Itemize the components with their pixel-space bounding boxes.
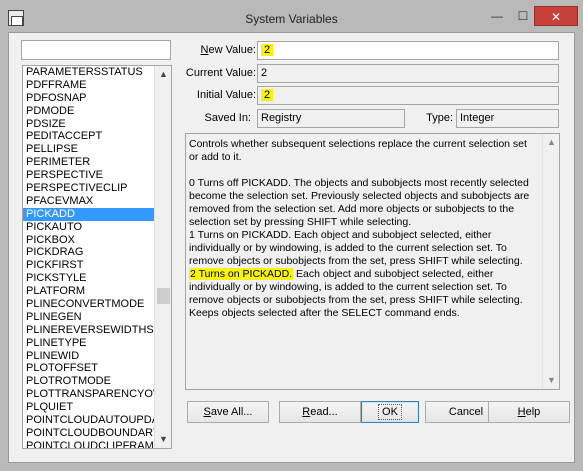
saved-in-field: Registry [257, 109, 405, 128]
initial-value-text: 2 [261, 89, 274, 101]
variable-list-item[interactable]: PICKDRAG [23, 246, 154, 259]
variable-list-item[interactable]: POINTCLOUDBOUNDARY [23, 427, 154, 440]
variable-list-item[interactable]: PDMODE [23, 105, 154, 118]
variable-list-item[interactable]: PELLIPSE [23, 143, 154, 156]
variable-list-item[interactable]: PICKBOX [23, 234, 154, 247]
new-value-label: New Value: [200, 44, 256, 56]
variable-list-item[interactable]: PDFOSNAP [23, 92, 154, 105]
variable-list-item[interactable]: PEDITACCEPT [23, 130, 154, 143]
variable-list-item[interactable]: PFACEVMAX [23, 195, 154, 208]
close-button[interactable]: ✕ [534, 6, 578, 26]
type-field: Integer [456, 109, 559, 128]
variable-list-item[interactable]: PDFFRAME [23, 79, 154, 92]
title-bar[interactable]: System Variables — ☐ ✕ [0, 0, 583, 34]
variable-list[interactable]: PARAMETERSSTATUS PDFFRAME PDFOSNAP PDMODE PD… [22, 65, 172, 449]
variable-list-item[interactable]: PLOTTRANSPARENCYOV [23, 388, 154, 401]
variable-list-item[interactable]: PLINETYPE [23, 337, 154, 350]
variable-list-item[interactable]: PERIMETER [23, 156, 154, 169]
description-scrollbar[interactable]: ▲ ▼ [542, 134, 559, 389]
ok-button[interactable]: OK [361, 401, 419, 423]
description-intro: Controls whether subsequent selections r… [189, 138, 527, 163]
variable-list-item[interactable]: POINTCLOUDCLIPFRAME [23, 440, 154, 448]
new-value-input[interactable]: 2 [257, 41, 559, 60]
initial-value-label: Initial Value: [196, 89, 256, 101]
variable-list-item[interactable]: PLATFORM [23, 285, 154, 298]
scroll-thumb[interactable] [157, 288, 170, 304]
search-input[interactable] [21, 40, 171, 60]
variable-list-item[interactable]: PLINECONVERTMODE [23, 298, 154, 311]
option-2-highlight: 2 Turns on PICKADD. [189, 268, 294, 280]
variable-list-item[interactable]: POINTCLOUDAUTOUPDA [23, 414, 154, 427]
dialog-body: PARAMETERSSTATUS PDFFRAME PDFOSNAP PDMODE PD… [8, 32, 575, 463]
variable-list-item[interactable]: PERSPECTIVE [23, 169, 154, 182]
scroll-down-icon[interactable]: ▼ [155, 431, 171, 448]
description-option-0: 0 Turns off PICKADD. The objects and sub… [189, 177, 530, 228]
help-button[interactable]: Help [488, 401, 570, 423]
variable-list-scrollbar[interactable]: ▲ ▼ [154, 66, 171, 448]
saved-in-label: Saved In: [204, 112, 251, 124]
current-value-field: 2 [257, 64, 559, 83]
variable-list-item[interactable]: PDSIZE [23, 118, 154, 131]
initial-value-field: 2 [257, 86, 559, 105]
variable-list-item[interactable]: PLOTROTMODE [23, 375, 154, 388]
description-option-1: 1 Turns on PICKADD. Each object and subo… [189, 229, 523, 267]
variable-items: PARAMETERSSTATUS PDFFRAME PDFOSNAP PDMODE PD… [23, 66, 171, 448]
variable-list-item[interactable]: PLINEREVERSEWIDTHS [23, 324, 154, 337]
maximize-button[interactable]: ☐ [510, 6, 536, 26]
read-button[interactable]: Read... [279, 401, 361, 423]
variable-list-item[interactable]: PARAMETERSSTATUS [23, 66, 154, 79]
variable-list-item[interactable]: PICKAUTO [23, 221, 154, 234]
system-variables-dialog: System Variables — ☐ ✕ PARAMETERSSTATUS P… [0, 0, 583, 471]
save-all-button[interactable]: Save All... [187, 401, 269, 423]
current-value-label: Current Value: [185, 67, 256, 79]
variable-list-item[interactable]: PICKSTYLE [23, 272, 154, 285]
new-value-text: 2 [261, 44, 274, 56]
type-label: Type: [426, 112, 453, 124]
description-option-2: 2 Turns on PICKADD. Each object and subo… [189, 268, 539, 320]
variable-list-item[interactable]: PLOTOFFSET [23, 362, 154, 375]
scroll-up-icon[interactable]: ▲ [543, 134, 559, 151]
variable-list-item[interactable]: PLINEWID [23, 350, 154, 363]
variable-list-item[interactable]: PLQUIET [23, 401, 154, 414]
description-panel[interactable]: Controls whether subsequent selections r… [185, 133, 560, 390]
description-text: Controls whether subsequent selections r… [189, 138, 539, 320]
variable-list-item[interactable]: PICKADD [23, 207, 154, 221]
minimize-button[interactable]: — [484, 6, 510, 26]
variable-list-item[interactable]: PLINEGEN [23, 311, 154, 324]
variable-list-item[interactable]: PERSPECTIVECLIP [23, 182, 154, 195]
scroll-up-icon[interactable]: ▲ [155, 66, 171, 83]
scroll-down-icon[interactable]: ▼ [543, 372, 559, 389]
variable-list-item[interactable]: PICKFIRST [23, 259, 154, 272]
